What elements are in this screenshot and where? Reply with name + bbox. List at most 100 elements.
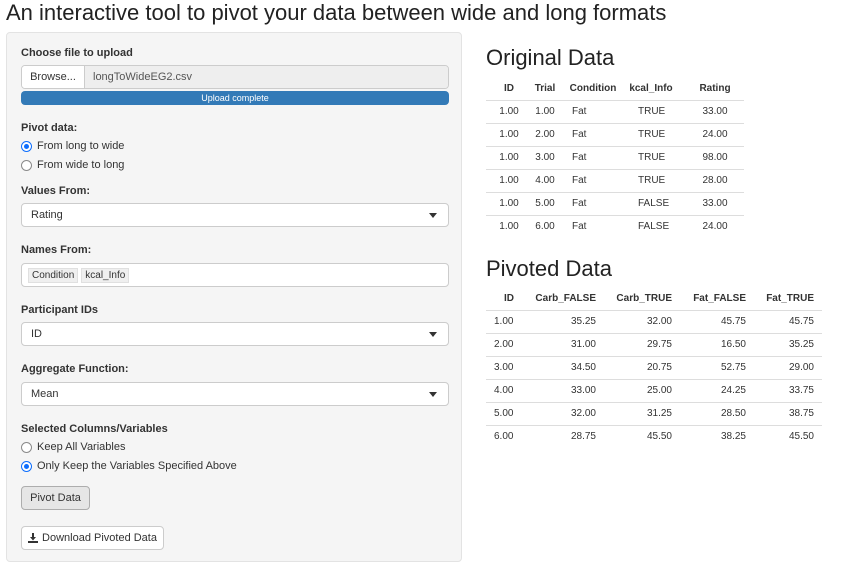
table-cell: 33.75 bbox=[748, 378, 822, 402]
table-cell: Fat bbox=[562, 122, 624, 146]
table-cell: TRUE bbox=[624, 168, 678, 192]
upload-progress: Upload complete bbox=[21, 91, 449, 105]
table-cell: 45.75 bbox=[748, 309, 822, 333]
participant-ids-value: ID bbox=[31, 328, 42, 340]
table-cell: 4.00 bbox=[486, 378, 526, 402]
download-label: Download Pivoted Data bbox=[42, 532, 157, 544]
caret-down-icon bbox=[429, 332, 437, 337]
column-header: Fat_FALSE bbox=[693, 293, 746, 305]
radio-selected-icon[interactable] bbox=[21, 460, 32, 472]
column-header: ID bbox=[504, 83, 514, 95]
page-title: An interactive tool to pivot your data b… bbox=[6, 0, 667, 25]
table-cell: TRUE bbox=[624, 145, 678, 169]
caret-down-icon bbox=[429, 392, 437, 397]
table-cell: 32.00 bbox=[526, 401, 598, 425]
table-cell: 1.00 bbox=[486, 122, 528, 146]
caret-down-icon bbox=[429, 213, 437, 218]
table-cell: 33.00 bbox=[526, 378, 598, 402]
table-cell: 28.00 bbox=[678, 168, 744, 192]
table-row: 1.00 35.25 32.00 45.75 45.75 bbox=[486, 309, 822, 333]
aggregate-select[interactable]: Mean bbox=[21, 382, 449, 406]
table-cell: 16.50 bbox=[674, 332, 748, 356]
table-cell: 98.00 bbox=[678, 145, 744, 169]
table-cell: 25.00 bbox=[598, 378, 674, 402]
table-cell: 33.00 bbox=[678, 191, 744, 215]
table-cell: 24.00 bbox=[678, 122, 744, 146]
column-header: Carb_FALSE bbox=[535, 293, 596, 305]
table-cell: Fat bbox=[562, 168, 624, 192]
radio-long-to-wide[interactable]: From long to wide bbox=[21, 140, 124, 152]
table-cell: 28.75 bbox=[526, 424, 598, 448]
table-cell: 31.00 bbox=[526, 332, 598, 356]
radio-wide-to-long[interactable]: From wide to long bbox=[21, 159, 124, 171]
table-cell: 38.75 bbox=[748, 401, 822, 425]
radio-keep-specified[interactable]: Only Keep the Variables Specified Above bbox=[21, 460, 237, 472]
file-upload-label: Choose file to upload bbox=[21, 47, 133, 59]
table-cell: 1.00 bbox=[486, 99, 528, 123]
table-cell: 3.00 bbox=[486, 355, 526, 379]
table-cell: 32.00 bbox=[598, 309, 674, 333]
table-cell: 45.50 bbox=[598, 424, 674, 448]
table-cell: 35.25 bbox=[748, 332, 822, 356]
names-from-tag[interactable]: Condition bbox=[28, 267, 79, 283]
table-row: 4.00 33.00 25.00 24.25 33.75 bbox=[486, 378, 822, 402]
radio-label: Only Keep the Variables Specified Above bbox=[37, 460, 237, 472]
table-cell: 20.75 bbox=[598, 355, 674, 379]
radio-label: From long to wide bbox=[37, 140, 125, 152]
file-upload-group[interactable]: Browse... longToWideEG2.csv bbox=[21, 65, 449, 89]
table-cell: 2.00 bbox=[528, 122, 562, 146]
table-cell: 2.00 bbox=[486, 332, 526, 356]
table-cell: TRUE bbox=[624, 122, 678, 146]
aggregate-value: Mean bbox=[31, 388, 59, 400]
table-cell: 29.75 bbox=[598, 332, 674, 356]
table-cell: 52.75 bbox=[674, 355, 748, 379]
values-from-label: Values From: bbox=[21, 185, 91, 197]
table-cell: 4.00 bbox=[528, 168, 562, 192]
pivot-data-button[interactable]: Pivot Data bbox=[21, 486, 90, 510]
table-cell: Fat bbox=[562, 145, 624, 169]
table-cell: FALSE bbox=[624, 214, 678, 238]
names-from-label: Names From: bbox=[21, 244, 92, 256]
table-cell: FALSE bbox=[624, 191, 678, 215]
browse-button[interactable]: Browse... bbox=[22, 66, 85, 88]
radio-unselected-icon[interactable] bbox=[21, 441, 32, 453]
values-from-select[interactable]: Rating bbox=[21, 203, 449, 227]
table-cell: 1.00 bbox=[486, 168, 528, 192]
download-button[interactable]: Download Pivoted Data bbox=[21, 526, 164, 550]
radio-keep-all[interactable]: Keep All Variables bbox=[21, 441, 125, 453]
column-header: Trial bbox=[534, 83, 556, 95]
table-cell: 28.50 bbox=[674, 401, 748, 425]
radio-unselected-icon[interactable] bbox=[21, 159, 32, 171]
column-header: Rating bbox=[699, 83, 731, 95]
pivoted-data-table: ID Carb_FALSE Carb_TRUE Fat_FALSE Fat_TRUE 1… bbox=[486, 288, 822, 448]
table-cell: 35.25 bbox=[526, 309, 598, 333]
table-cell: 1.00 bbox=[528, 99, 562, 123]
column-header: Condition bbox=[569, 83, 617, 95]
names-from-input[interactable]: Condition kcal_Info bbox=[21, 263, 449, 287]
table-cell: 1.00 bbox=[486, 145, 528, 169]
table-row: 1.00 1.00 Fat TRUE 33.00 bbox=[486, 99, 744, 123]
table-cell: Fat bbox=[562, 99, 624, 123]
table-row: 1.00 4.00 Fat TRUE 28.00 bbox=[486, 168, 744, 192]
table-cell: 45.75 bbox=[674, 309, 748, 333]
table-row: 3.00 34.50 20.75 52.75 29.00 bbox=[486, 355, 822, 379]
table-cell: 24.00 bbox=[678, 214, 744, 238]
table-cell: Fat bbox=[562, 214, 624, 238]
table-row: 5.00 32.00 31.25 28.50 38.75 bbox=[486, 401, 822, 425]
table-cell: 34.50 bbox=[526, 355, 598, 379]
pivot-data-label: Pivot data: bbox=[21, 122, 78, 134]
table-cell: 6.00 bbox=[486, 424, 526, 448]
original-data-heading: Original Data bbox=[486, 45, 615, 70]
table-row: 1.00 3.00 Fat TRUE 98.00 bbox=[486, 145, 744, 169]
table-cell: 5.00 bbox=[486, 401, 526, 425]
radio-selected-icon[interactable] bbox=[21, 140, 32, 152]
sidebar-panel: Choose file to upload Browse... longToWi… bbox=[6, 32, 462, 562]
table-cell: 38.25 bbox=[674, 424, 748, 448]
table-cell: 3.00 bbox=[528, 145, 562, 169]
table-row: 6.00 28.75 45.50 38.25 45.50 bbox=[486, 424, 822, 448]
aggregate-label: Aggregate Function: bbox=[21, 363, 129, 375]
names-from-tag[interactable]: kcal_Info bbox=[81, 267, 130, 283]
table-cell: 1.00 bbox=[486, 214, 528, 238]
column-header: Fat_TRUE bbox=[766, 293, 814, 305]
participant-ids-select[interactable]: ID bbox=[21, 322, 449, 346]
